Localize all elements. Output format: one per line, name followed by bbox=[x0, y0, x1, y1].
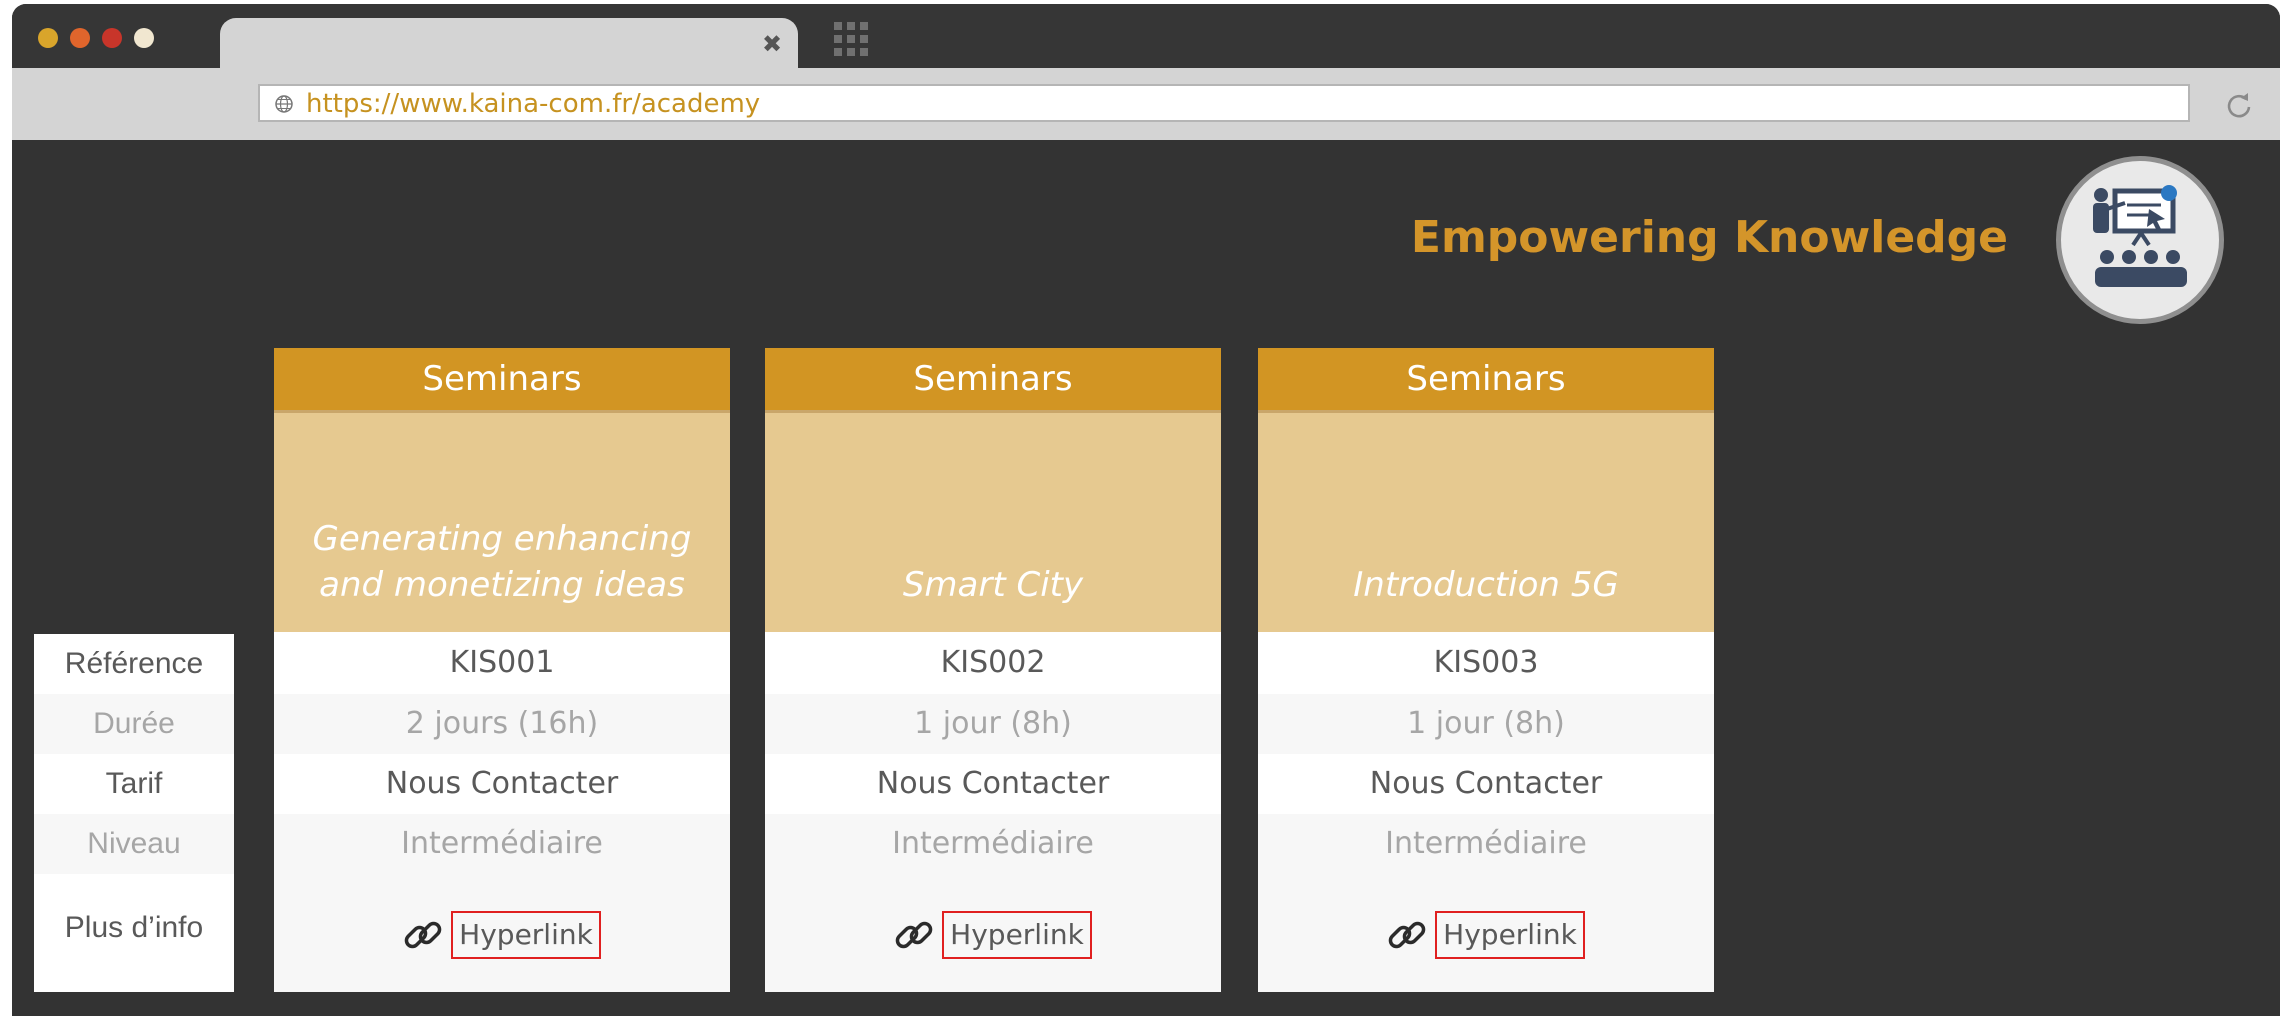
hyperlink-button[interactable]: Hyperlink bbox=[942, 911, 1092, 959]
card-price: Nous Contacter bbox=[765, 754, 1221, 814]
label-level: Niveau bbox=[34, 814, 234, 874]
card-reference: KIS002 bbox=[765, 632, 1221, 694]
link-chain-icon bbox=[895, 921, 933, 949]
card-link-row: Hyperlink bbox=[765, 904, 1221, 966]
link-chain-icon bbox=[404, 921, 442, 949]
card-title: Introduction 5G bbox=[1258, 410, 1714, 632]
presentation-audience-icon bbox=[2056, 156, 2224, 324]
card-title: Smart City bbox=[765, 410, 1221, 632]
card-link-row: Hyperlink bbox=[1258, 904, 1714, 966]
card-duration: 1 jour (8h) bbox=[914, 706, 1072, 741]
label-price: Tarif bbox=[105, 767, 163, 800]
card-link-row: Hyperlink bbox=[274, 904, 730, 966]
address-bar[interactable]: https://www.kaina-com.fr/academy bbox=[258, 84, 2190, 122]
seminar-card-2: Seminars Smart City KIS002 1 jour (8h) N… bbox=[765, 348, 1221, 992]
hyperlink-button[interactable]: Hyperlink bbox=[451, 911, 601, 959]
card-category: Seminars bbox=[274, 348, 730, 410]
card-price: Nous Contacter bbox=[1258, 754, 1714, 814]
card-reference: KIS001 bbox=[274, 632, 730, 694]
card-level: Intermédiaire bbox=[892, 826, 1094, 861]
card-level: Intermédiaire bbox=[1385, 826, 1587, 861]
label-reference: Référence bbox=[64, 647, 204, 680]
hyperlink-button[interactable]: Hyperlink bbox=[1435, 911, 1585, 959]
seminar-card-1: Seminars Generating enhancing and moneti… bbox=[274, 348, 730, 992]
window-dot-2[interactable] bbox=[70, 28, 90, 48]
globe-icon bbox=[275, 95, 293, 113]
presentation-audience-icon-graphic bbox=[2093, 185, 2187, 287]
card-category: Seminars bbox=[1258, 348, 1714, 410]
link-chain-icon bbox=[1388, 921, 1426, 949]
title-bar: ✖ bbox=[12, 4, 2280, 74]
card-level: Intermédiaire bbox=[401, 826, 603, 861]
label-more-info: Plus d’info bbox=[64, 911, 204, 944]
window-dot-1[interactable] bbox=[38, 28, 58, 48]
url-text[interactable]: https://www.kaina-com.fr/academy bbox=[306, 86, 760, 122]
window-dot-3[interactable] bbox=[102, 28, 122, 48]
close-tab-icon[interactable]: ✖ bbox=[760, 32, 784, 56]
browser-window: ✖ https://www.kaina-com.fr/academy Empow… bbox=[12, 4, 2280, 1016]
card-category: Seminars bbox=[765, 348, 1221, 410]
card-title: Generating enhancing and monetizing idea… bbox=[274, 410, 730, 632]
card-duration: 2 jours (16h) bbox=[405, 706, 599, 741]
apps-grid-icon[interactable] bbox=[834, 22, 868, 56]
page-title: Empowering Knowledge bbox=[1410, 212, 2008, 263]
card-price: Nous Contacter bbox=[274, 754, 730, 814]
reload-icon[interactable] bbox=[2224, 90, 2254, 120]
row-labels-column: Référence Durée Tarif Niveau Plus d’info bbox=[34, 634, 234, 992]
seminar-card-3: Seminars Introduction 5G KIS003 1 jour (… bbox=[1258, 348, 1714, 992]
label-duration: Durée bbox=[34, 694, 234, 754]
browser-toolbar: https://www.kaina-com.fr/academy bbox=[12, 68, 2280, 140]
window-dot-4[interactable] bbox=[134, 28, 154, 48]
browser-tab[interactable]: ✖ bbox=[220, 18, 798, 74]
card-duration: 1 jour (8h) bbox=[1407, 706, 1565, 741]
card-reference: KIS003 bbox=[1258, 632, 1714, 694]
